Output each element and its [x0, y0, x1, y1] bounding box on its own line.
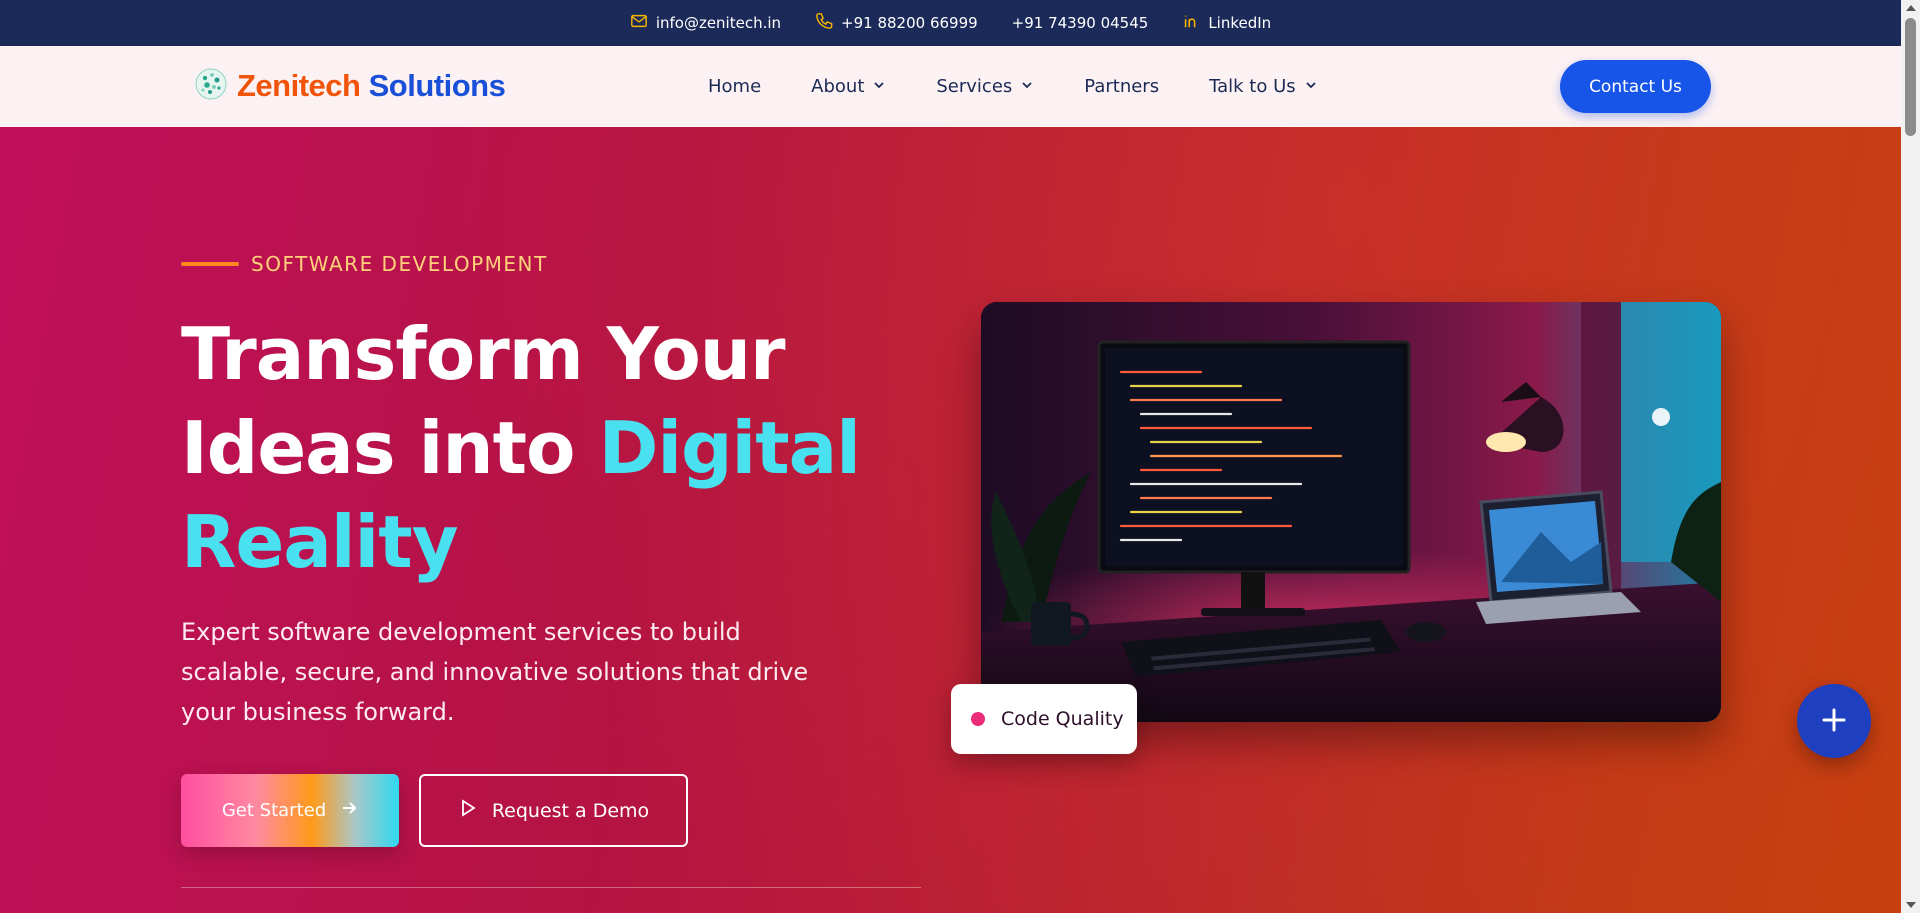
phone-text-2: +91 74390 04545 [1011, 14, 1149, 32]
phone-link-2[interactable]: +91 74390 04545 [1012, 14, 1149, 32]
get-started-button[interactable]: Get Started [181, 774, 399, 847]
nav-item-label: Services [936, 76, 1013, 97]
page-scrollbar[interactable] [1901, 0, 1920, 913]
code-quality-badge: Code Quality [951, 684, 1137, 754]
get-started-label: Get Started [221, 800, 327, 821]
nav-item-label: Home [708, 76, 762, 97]
eyebrow-accent-bar [181, 262, 239, 266]
eyebrow-text: SOFTWARE DEVELOPMENT [251, 252, 548, 276]
chevron-down-icon [872, 76, 886, 97]
headline-line-2a: Ideas into [181, 406, 599, 490]
plus-icon [1821, 707, 1847, 736]
headline-highlight-2: Reality [181, 500, 459, 584]
phone-icon [815, 12, 833, 34]
nav-item-services[interactable]: Services [936, 76, 1034, 97]
main-navbar: Zenitech Solutions Home About Services P… [0, 46, 1901, 127]
top-contact-bar: info@zenitech.in +91 88200 66999 +91 743… [0, 0, 1901, 46]
hero-headline: Transform Your Ideas into Digital Realit… [181, 307, 901, 589]
phone-text-1: +91 88200 66999 [841, 14, 978, 32]
contact-us-button[interactable]: Contact Us [1560, 60, 1711, 113]
nav-item-partners[interactable]: Partners [1084, 76, 1159, 97]
headline-highlight-1: Digital [598, 406, 861, 490]
brand-name: Zenitech Solutions [237, 68, 506, 104]
brand-name-part2: Solutions [368, 68, 506, 103]
nav-item-label: Talk to Us [1209, 76, 1296, 97]
headline-line-1: Transform Your [181, 312, 786, 396]
hero-eyebrow: SOFTWARE DEVELOPMENT [181, 252, 548, 276]
nav-item-talk-to-us[interactable]: Talk to Us [1209, 76, 1318, 97]
nav-item-home[interactable]: Home [708, 76, 761, 97]
linkedin-text: LinkedIn [1208, 14, 1272, 32]
email-text: info@zenitech.in [655, 14, 782, 32]
scrollbar-thumb[interactable] [1905, 18, 1916, 136]
mail-icon [630, 12, 648, 34]
nav-menu: Home About Services Partners Talk to Us [708, 46, 1318, 127]
arrow-right-icon [340, 799, 358, 822]
request-demo-label: Request a Demo [491, 799, 650, 822]
brand-name-part1: Zenitech [237, 68, 361, 103]
phone-link-1[interactable]: +91 88200 66999 [815, 12, 978, 34]
status-dot [971, 712, 985, 726]
hero-divider [181, 887, 921, 888]
chevron-down-icon [1304, 76, 1318, 97]
scroll-down-arrow-icon[interactable] [1906, 902, 1916, 908]
nav-item-label: Partners [1084, 76, 1160, 97]
globe-icon [193, 66, 229, 106]
hero-subtext: Expert software development services to … [181, 618, 809, 726]
scroll-up-arrow-icon[interactable] [1906, 5, 1916, 11]
floating-action-button[interactable] [1797, 684, 1871, 758]
chevron-down-icon [1020, 76, 1034, 97]
nav-item-about[interactable]: About [811, 76, 886, 97]
play-icon [458, 798, 478, 823]
brand-logo[interactable]: Zenitech Solutions [193, 66, 506, 106]
badge-label: Code Quality [1001, 708, 1124, 730]
linkedin-link[interactable]: LinkedIn [1182, 12, 1271, 34]
request-demo-button[interactable]: Request a Demo [419, 774, 688, 847]
hero-image [981, 302, 1721, 722]
nav-item-label: About [811, 76, 865, 97]
linkedin-icon [1182, 12, 1200, 34]
email-link[interactable]: info@zenitech.in [630, 12, 781, 34]
